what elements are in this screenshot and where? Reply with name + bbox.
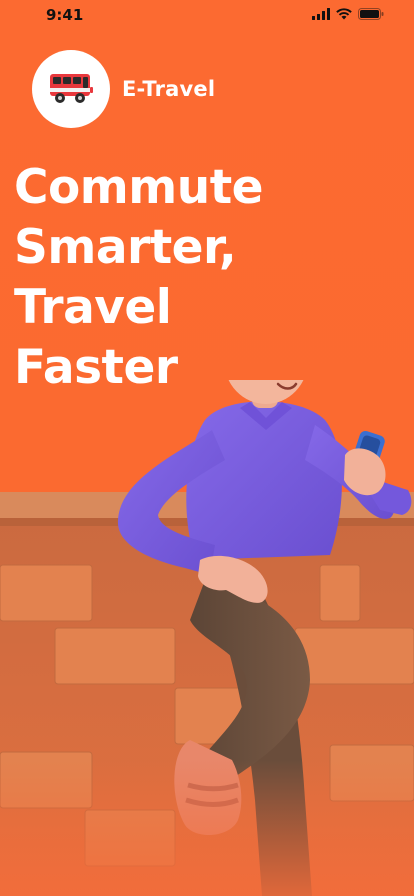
status-icons bbox=[312, 8, 384, 20]
headline-line-2: Smarter, bbox=[14, 220, 237, 275]
hero-illustration bbox=[0, 380, 414, 896]
headline: Commute Smarter, Travel Faster bbox=[14, 158, 334, 398]
battery-icon bbox=[358, 8, 384, 20]
brand-header: E-Travel bbox=[32, 50, 215, 128]
status-bar: 9:41 bbox=[0, 0, 414, 34]
character-head bbox=[228, 380, 304, 404]
bus-icon bbox=[50, 74, 93, 103]
onboarding-screen: 9:41 E-Travel Commute Smarter, Travel Fa… bbox=[0, 0, 414, 896]
status-time: 9:41 bbox=[46, 6, 84, 24]
brand-logo bbox=[32, 50, 110, 128]
headline-line-3: Travel bbox=[14, 280, 172, 335]
signal-icon bbox=[312, 8, 330, 20]
brand-name: E-Travel bbox=[122, 77, 216, 101]
headline-line-1: Commute bbox=[14, 160, 264, 215]
wifi-icon bbox=[336, 8, 352, 20]
